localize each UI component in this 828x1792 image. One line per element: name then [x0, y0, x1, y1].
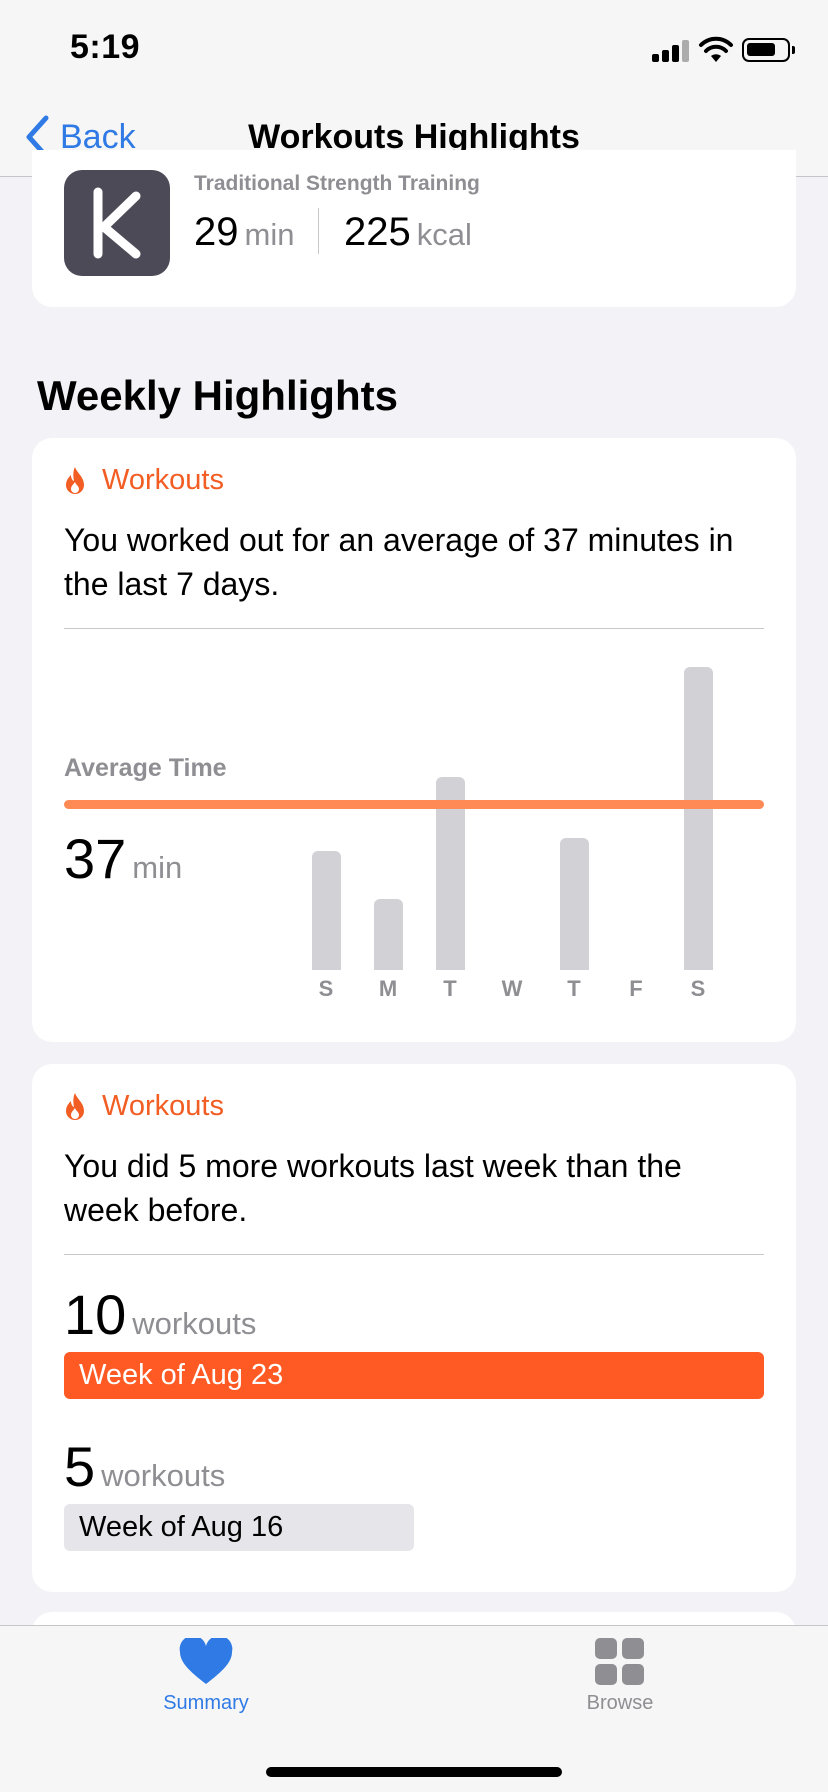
chart-bar [683, 667, 713, 970]
cellular-signal-icon [652, 38, 690, 62]
flame-icon [66, 466, 84, 494]
average-time-value: 37 min [64, 826, 182, 891]
workout-energy: 225 kcal [344, 210, 472, 255]
chart-day-label: S [318, 976, 334, 1001]
chart-day-label: M [378, 976, 398, 1001]
wifi-icon [699, 36, 733, 62]
chart-day-label: F [629, 976, 643, 1001]
chart-bar [311, 851, 341, 970]
average-line [64, 800, 764, 809]
energy-value: 225 [344, 210, 411, 254]
average-time-label: Average Time [64, 754, 227, 782]
workout-duration: 29 min [194, 210, 294, 255]
highlight-description: You did 5 more workouts last week than t… [64, 1148, 682, 1228]
count-unit: workouts [101, 1458, 226, 1493]
current-week-bar: Week of Aug 23 [64, 1352, 764, 1399]
category-label: Workouts [102, 1090, 224, 1122]
divider [64, 628, 764, 629]
status-time: 5:19 [70, 28, 141, 66]
heart-icon [179, 1638, 233, 1684]
chart-day-label: S [690, 976, 706, 1001]
grid-icon [595, 1638, 644, 1685]
stat-divider [318, 208, 319, 254]
status-bar: 5:19 [0, 0, 828, 100]
count-value: 10 [64, 1283, 127, 1346]
chart-bar [559, 838, 589, 970]
chart-day-label: W [501, 976, 523, 1001]
average-unit: min [132, 850, 183, 885]
tab-summary[interactable]: Summary [126, 1638, 286, 1715]
count-unit: workouts [132, 1306, 257, 1341]
count-value: 5 [64, 1435, 96, 1498]
tab-label: Summary [163, 1692, 249, 1714]
category-label: Workouts [102, 464, 224, 496]
recent-workout-card[interactable]: Traditional Strength Training 29 min 225 k… [32, 150, 796, 307]
duration-value: 29 [194, 210, 239, 254]
chart-bar [373, 899, 403, 970]
highlight-description: You worked out for an average of 37 minu… [64, 522, 734, 602]
keep-app-icon [64, 170, 170, 276]
current-week-count: 10 workouts [64, 1282, 256, 1347]
average-time-highlight-card[interactable]: Workouts You worked out for an average o… [32, 438, 796, 1042]
average-number: 37 [64, 827, 127, 890]
workout-count-highlight-card[interactable]: Workouts You did 5 more workouts last we… [32, 1064, 796, 1592]
highlight-category: Workouts [64, 464, 224, 497]
workout-type: Traditional Strength Training [194, 172, 480, 195]
previous-week-bar: Week of Aug 16 [64, 1504, 414, 1551]
energy-unit: kcal [416, 217, 472, 252]
section-title: Weekly Highlights [37, 372, 398, 419]
duration-unit: min [244, 217, 295, 252]
chart-day-label: T [567, 976, 581, 1001]
flame-icon [66, 1092, 84, 1120]
tab-browse[interactable]: Browse [540, 1638, 700, 1715]
chart-day-label: T [443, 976, 457, 1001]
tab-label: Browse [586, 1692, 654, 1714]
highlight-category: Workouts [64, 1090, 224, 1123]
home-indicator [266, 1767, 562, 1777]
previous-week-count: 5 workouts [64, 1434, 225, 1499]
battery-icon [742, 38, 795, 62]
divider [64, 1254, 764, 1255]
